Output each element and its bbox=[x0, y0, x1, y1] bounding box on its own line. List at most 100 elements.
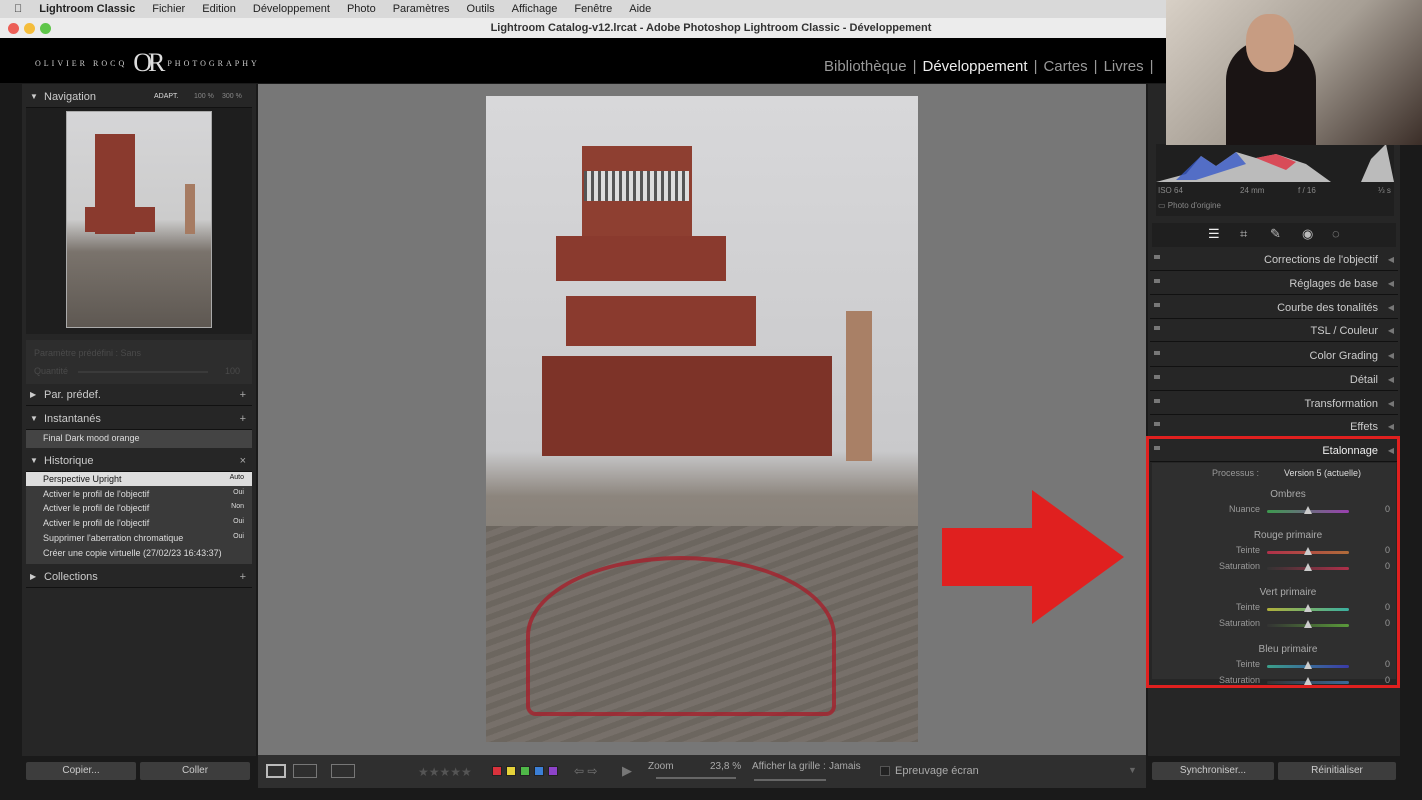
collections-title: Collections bbox=[44, 570, 98, 583]
copy-button[interactable]: Copier... bbox=[26, 762, 136, 780]
reset-button[interactable]: Réinitialiser bbox=[1278, 762, 1396, 780]
presenter-face bbox=[1246, 14, 1294, 72]
amount-label: Quantité bbox=[34, 366, 69, 376]
section-tone-curve[interactable]: Courbe des tonalités bbox=[1150, 297, 1398, 319]
history-item[interactable]: Activer le profil de l'objectif Oui bbox=[26, 487, 252, 501]
loupe-view-icon[interactable] bbox=[266, 764, 286, 778]
menu-app[interactable]: Lightroom Classic bbox=[39, 3, 135, 15]
history-item[interactable]: Activer le profil de l'objectif Non bbox=[26, 501, 252, 515]
history-item[interactable]: Créer une copie virtuelle (27/02/23 16:4… bbox=[26, 546, 252, 560]
minimize-button[interactable] bbox=[24, 23, 35, 34]
snapshots-header[interactable]: ▼ Instantanés + bbox=[26, 408, 252, 430]
close-button[interactable] bbox=[8, 23, 19, 34]
collapse-icon: ▼ bbox=[30, 92, 38, 101]
history-item[interactable]: Perspective Upright Auto bbox=[26, 472, 252, 486]
history-item-name: Activer le profil de l'objectif bbox=[43, 488, 150, 499]
module-developpement[interactable]: Développement bbox=[922, 58, 1027, 75]
histogram-graph bbox=[1156, 144, 1394, 182]
main-photo[interactable] bbox=[486, 96, 918, 742]
presets-header[interactable]: ▶ Par. prédef. + bbox=[26, 384, 252, 406]
color-label-swatch[interactable] bbox=[492, 766, 502, 776]
menu-developpement[interactable]: Développement bbox=[253, 3, 330, 15]
zoom-100[interactable]: 100 % bbox=[194, 93, 214, 100]
identity-logo: OLIVIER ROCQ OR PHOTOGRAPHY bbox=[35, 48, 260, 78]
color-label-swatch[interactable] bbox=[520, 766, 530, 776]
color-label-swatch[interactable] bbox=[534, 766, 544, 776]
section-color-grading[interactable]: Color Grading bbox=[1150, 345, 1398, 367]
add-snapshot-icon[interactable]: + bbox=[240, 413, 246, 425]
zoom-fit[interactable]: ADAPT. bbox=[154, 93, 179, 100]
crop-icon[interactable]: ⌗ bbox=[1240, 226, 1247, 242]
menu-affichage[interactable]: Affichage bbox=[512, 3, 558, 15]
history-item[interactable]: Supprimer l'aberration chromatique Oui bbox=[26, 531, 252, 545]
left-panel: ▼ Navigation ADAPT. 100 % 300 % Paramètr… bbox=[22, 84, 256, 780]
menu-fichier[interactable]: Fichier bbox=[152, 3, 185, 15]
toolbar: ★★★★★ ⇦ ⇨ ▶ Zoom 23,8 % Afficher la gril… bbox=[258, 755, 1146, 788]
module-livres[interactable]: Livres bbox=[1104, 58, 1144, 75]
menu-aide[interactable]: Aide bbox=[629, 3, 651, 15]
module-bibliotheque[interactable]: Bibliothèque bbox=[824, 58, 907, 75]
paste-button[interactable]: Coller bbox=[140, 762, 250, 780]
grid-slider[interactable] bbox=[754, 779, 826, 781]
preset-label: Paramètre prédéfini : Sans bbox=[34, 348, 142, 358]
rating-stars[interactable]: ★★★★★ bbox=[418, 765, 472, 779]
history-item[interactable]: Activer le profil de l'objectif Oui bbox=[26, 516, 252, 530]
navigation-title: Navigation bbox=[44, 90, 96, 103]
toolbar-menu-icon[interactable]: ▼ bbox=[1128, 765, 1137, 775]
collections-header[interactable]: ▶ Collections + bbox=[26, 566, 252, 588]
snapshot-item[interactable]: Final Dark mood orange bbox=[26, 430, 252, 448]
soft-proof-label: Epreuvage écran bbox=[895, 765, 979, 777]
section-basic[interactable]: Réglages de base bbox=[1150, 273, 1398, 295]
amount-value: 100 bbox=[224, 366, 240, 376]
masking-icon[interactable]: ◌ bbox=[1332, 226, 1340, 241]
webcam-overlay bbox=[1166, 0, 1422, 145]
zoom-label: Zoom bbox=[648, 761, 674, 772]
module-picker: Bibliothèque | Développement | Cartes | Liv… bbox=[824, 58, 1154, 75]
apple-icon[interactable]:  bbox=[14, 3, 22, 15]
amount-slider[interactable] bbox=[78, 371, 208, 373]
menu-outils[interactable]: Outils bbox=[467, 3, 495, 15]
menu-photo[interactable]: Photo bbox=[347, 3, 376, 15]
section-lens-corrections[interactable]: Corrections de l'objectif bbox=[1150, 249, 1398, 271]
sync-button[interactable]: Synchroniser... bbox=[1152, 762, 1274, 780]
soft-proof-checkbox[interactable] bbox=[880, 766, 890, 776]
histogram[interactable]: ISO 64 24 mm f / 16 ⅓ s ▭ Photo d'origin… bbox=[1156, 144, 1394, 216]
tool-strip: ☰ ⌗ ✎ ◉ ◌ bbox=[1152, 223, 1396, 247]
healing-icon[interactable]: ✎ bbox=[1270, 226, 1281, 242]
red-eye-icon[interactable]: ◉ bbox=[1302, 226, 1313, 242]
original-photo-label: Photo d'origine bbox=[1167, 201, 1221, 210]
original-photo-toggle[interactable]: ▭ Photo d'origine bbox=[1158, 201, 1221, 210]
grid-select[interactable]: Jamais bbox=[829, 761, 861, 772]
history-list: Perspective Upright Auto Activer le profil… bbox=[26, 472, 252, 564]
section-detail[interactable]: Détail bbox=[1150, 369, 1398, 391]
prev-next-arrows-icon[interactable]: ⇦ ⇨ bbox=[574, 764, 597, 778]
zoom-300[interactable]: 300 % bbox=[222, 93, 242, 100]
history-item-name: Supprimer l'aberration chromatique bbox=[43, 532, 184, 543]
menu-fenetre[interactable]: Fenêtre bbox=[574, 3, 612, 15]
zoom-value: 23,8 % bbox=[710, 761, 742, 772]
clear-history-icon[interactable]: × bbox=[240, 455, 246, 467]
history-header[interactable]: ▼ Historique × bbox=[26, 450, 252, 472]
navigator-preview[interactable] bbox=[26, 108, 252, 334]
menu-edition[interactable]: Edition bbox=[202, 3, 236, 15]
preset-amount-panel: Paramètre prédéfini : Sans Quantité 100 bbox=[26, 340, 252, 384]
color-label-swatch[interactable] bbox=[548, 766, 558, 776]
logo-monogram: OR bbox=[133, 48, 165, 77]
color-label-swatch[interactable] bbox=[506, 766, 516, 776]
before-after-split-icon[interactable] bbox=[331, 764, 355, 778]
navigation-header[interactable]: ▼ Navigation ADAPT. 100 % 300 % bbox=[26, 86, 252, 108]
section-transform[interactable]: Transformation bbox=[1150, 393, 1398, 415]
before-after-icon[interactable] bbox=[293, 764, 317, 778]
module-cartes[interactable]: Cartes bbox=[1043, 58, 1087, 75]
edit-sliders-icon[interactable]: ☰ bbox=[1208, 226, 1220, 242]
zoom-slider[interactable] bbox=[656, 777, 736, 779]
zoom-button[interactable] bbox=[40, 23, 51, 34]
section-hsl-color[interactable]: TSL / Couleur bbox=[1150, 320, 1398, 342]
play-icon[interactable]: ▶ bbox=[622, 763, 632, 779]
section-effects[interactable]: Effets bbox=[1150, 416, 1398, 438]
menu-parametres[interactable]: Paramètres bbox=[393, 3, 450, 15]
history-title: Historique bbox=[44, 454, 94, 467]
grid-label: Afficher la grille : bbox=[752, 761, 826, 772]
add-collection-icon[interactable]: + bbox=[240, 571, 246, 583]
add-preset-icon[interactable]: + bbox=[240, 389, 246, 401]
